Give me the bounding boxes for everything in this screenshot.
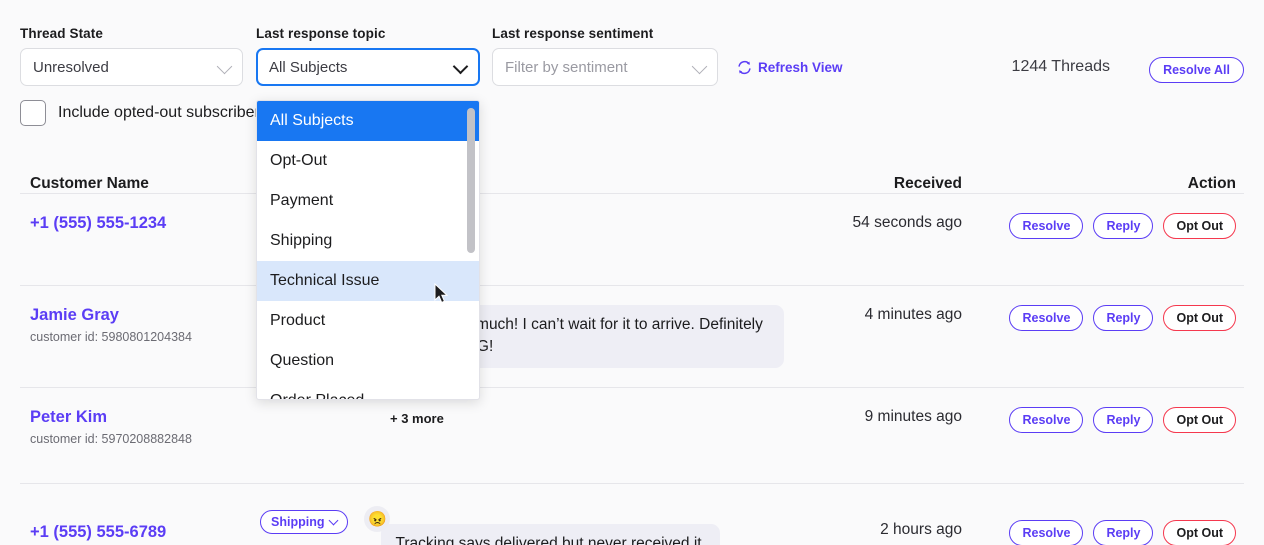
topic-label: Last response topic	[256, 26, 480, 41]
topic-select[interactable]: All Subjects	[256, 48, 480, 86]
received-time: 9 minutes ago	[784, 407, 962, 428]
header-customer-name: Customer Name	[20, 175, 260, 193]
table-row: +1 (555) 555-1234 54 seconds ago Resolve…	[20, 194, 1244, 286]
thread-state-select[interactable]: Unresolved	[20, 48, 243, 86]
customer-name-link[interactable]: Jamie Gray	[30, 305, 260, 326]
refresh-view-label: Refresh View	[758, 60, 843, 75]
sentiment-placeholder: Filter by sentiment	[505, 59, 628, 76]
resolve-button[interactable]: Resolve	[1009, 407, 1083, 433]
chevron-down-icon	[217, 59, 233, 75]
dropdown-option-shipping[interactable]: Shipping	[257, 221, 479, 261]
sentiment-select[interactable]: Filter by sentiment	[492, 48, 718, 86]
include-opted-out-row: Include opted-out subscribers	[20, 100, 268, 126]
topic-value: All Subjects	[269, 59, 347, 76]
received-time: 4 minutes ago	[784, 305, 962, 326]
dropdown-scrollbar-thumb[interactable]	[467, 108, 475, 253]
thread-state-label: Thread State	[20, 26, 243, 41]
table-row: Peter Kim customer id: 5970208882848 9 m…	[20, 388, 1244, 484]
dropdown-option-product[interactable]: Product	[257, 301, 479, 341]
threads-table: Customer Name Received Action +1 (555) 5…	[20, 152, 1244, 545]
sentiment-label: Last response sentiment	[492, 26, 718, 41]
reply-button[interactable]: Reply	[1093, 213, 1153, 239]
customer-name-link[interactable]: Peter Kim	[30, 407, 260, 428]
customer-id: customer id: 5980801204384	[30, 330, 260, 344]
topic-tag-shipping[interactable]: Shipping	[260, 510, 348, 534]
row-actions: Resolve Reply Opt Out	[974, 213, 1236, 239]
topic-tag-label: Shipping	[271, 515, 324, 529]
opt-out-button[interactable]: Opt Out	[1163, 520, 1236, 545]
table-row: Jamie Gray customer id: 5980801204384 k …	[20, 286, 1244, 388]
header-action: Action	[974, 175, 1244, 193]
message-bubble: Tracking says delivered but never receiv…	[381, 524, 719, 545]
table-header-row: Customer Name Received Action	[20, 152, 1244, 194]
topic-dropdown-menu: All Subjects Opt-Out Payment Shipping Te…	[256, 100, 480, 400]
include-opted-out-label: Include opted-out subscribers	[58, 104, 268, 122]
customer-name-link[interactable]: +1 (555) 555-6789	[30, 522, 260, 543]
row-actions: Resolve Reply Opt Out	[974, 305, 1236, 331]
topic-dropdown-list: All Subjects Opt-Out Payment Shipping Te…	[257, 101, 479, 400]
thread-count: 1244 Threads	[1012, 58, 1110, 76]
dropdown-option-question[interactable]: Question	[257, 341, 479, 381]
chevron-down-icon	[453, 59, 469, 75]
topic-filter: Last response topic All Subjects	[256, 26, 480, 86]
thread-state-value: Unresolved	[33, 59, 109, 76]
dropdown-option-all-subjects[interactable]: All Subjects	[257, 101, 479, 141]
chevron-down-icon	[329, 515, 339, 525]
reply-button[interactable]: Reply	[1093, 305, 1153, 331]
opt-out-button[interactable]: Opt Out	[1163, 407, 1236, 433]
resolve-all-button[interactable]: Resolve All	[1149, 57, 1244, 83]
reply-button[interactable]: Reply	[1093, 520, 1153, 545]
received-time: 54 seconds ago	[842, 213, 962, 234]
resolve-button[interactable]: Resolve	[1009, 305, 1083, 331]
message-cell: Shipping 😠 Tracking says delivered but n…	[260, 510, 784, 545]
refresh-icon	[737, 60, 752, 75]
thread-state-filter: Thread State Unresolved	[20, 26, 243, 86]
customer-name-link[interactable]: +1 (555) 555-1234	[30, 213, 260, 234]
refresh-view-button[interactable]: Refresh View	[737, 60, 843, 75]
show-more-link[interactable]: + 3 more	[390, 411, 444, 426]
opt-out-button[interactable]: Opt Out	[1163, 213, 1236, 239]
chevron-down-icon	[692, 59, 708, 75]
dropdown-option-payment[interactable]: Payment	[257, 181, 479, 221]
filter-bar: Thread State Unresolved Last response to…	[0, 0, 1264, 96]
received-time: 2 hours ago	[784, 520, 962, 541]
include-opted-out-checkbox[interactable]	[20, 100, 46, 126]
header-received: Received	[784, 175, 974, 193]
resolve-button[interactable]: Resolve	[1009, 213, 1083, 239]
customer-id: customer id: 5970208882848	[30, 432, 260, 446]
reply-button[interactable]: Reply	[1093, 407, 1153, 433]
table-row: +1 (555) 555-6789 Shipping 😠 Tracking sa…	[20, 484, 1244, 545]
opt-out-button[interactable]: Opt Out	[1163, 305, 1236, 331]
dropdown-option-opt-out[interactable]: Opt-Out	[257, 141, 479, 181]
threads-page: Thread State Unresolved Last response to…	[0, 0, 1264, 545]
row-actions: Resolve Reply Opt Out	[974, 520, 1236, 545]
resolve-button[interactable]: Resolve	[1009, 520, 1083, 545]
mouse-cursor	[434, 283, 450, 305]
dropdown-option-order-placed[interactable]: Order Placed	[257, 381, 479, 400]
sentiment-filter: Last response sentiment Filter by sentim…	[492, 26, 718, 86]
row-actions: Resolve Reply Opt Out	[974, 407, 1236, 433]
